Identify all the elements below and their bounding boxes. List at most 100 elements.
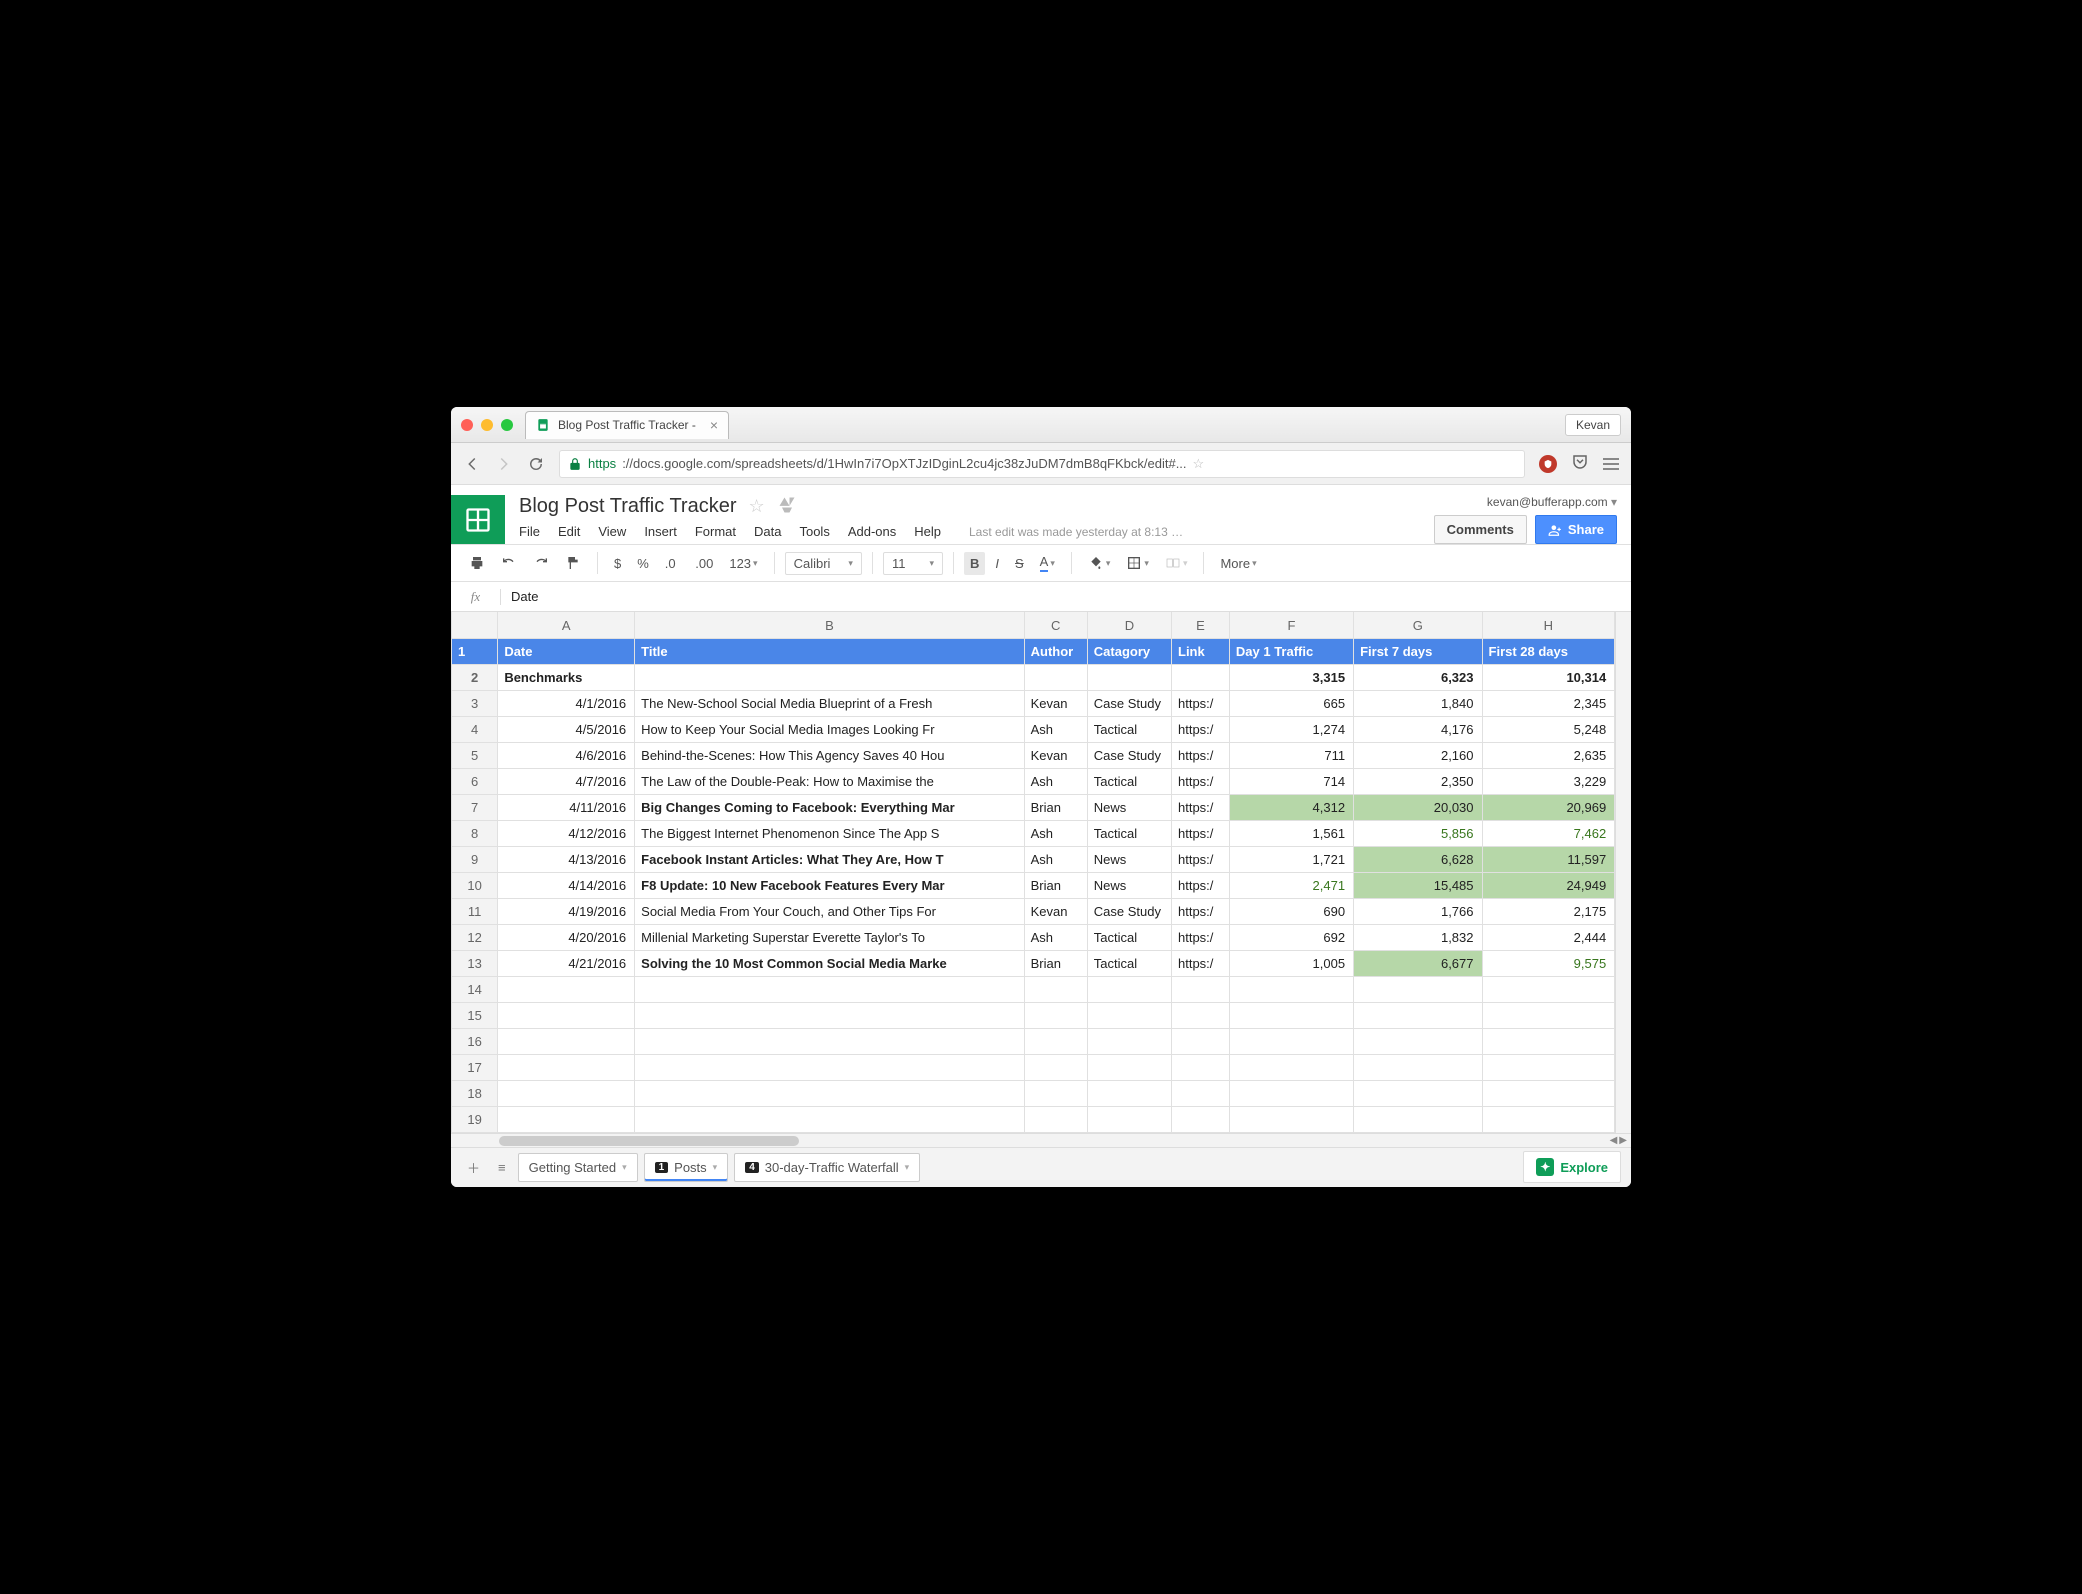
minimize-icon[interactable] bbox=[481, 419, 493, 431]
account-email[interactable]: kevan@bufferapp.com ▾ bbox=[1487, 495, 1617, 509]
cell[interactable] bbox=[1229, 1028, 1353, 1054]
cell[interactable]: 4/7/2016 bbox=[498, 768, 635, 794]
cell[interactable]: Kevan bbox=[1024, 742, 1087, 768]
toolbar-more-button[interactable]: More ▾ bbox=[1214, 552, 1262, 575]
cell[interactable]: Link bbox=[1172, 638, 1230, 664]
last-edit-text[interactable]: Last edit was made yesterday at 8:13 … bbox=[969, 525, 1183, 539]
cell[interactable] bbox=[1482, 1028, 1615, 1054]
cell[interactable]: Social Media From Your Couch, and Other … bbox=[635, 898, 1024, 924]
cell[interactable]: https:/ bbox=[1172, 794, 1230, 820]
cell[interactable]: Author bbox=[1024, 638, 1087, 664]
cell[interactable] bbox=[1024, 1002, 1087, 1028]
cell[interactable]: 4,312 bbox=[1229, 794, 1353, 820]
cell[interactable] bbox=[1172, 1028, 1230, 1054]
cell[interactable]: 692 bbox=[1229, 924, 1353, 950]
col-header-G[interactable]: G bbox=[1354, 612, 1482, 638]
cell[interactable]: 1,832 bbox=[1354, 924, 1482, 950]
cell[interactable] bbox=[498, 1054, 635, 1080]
cell[interactable] bbox=[635, 976, 1024, 1002]
format-percent-button[interactable]: % bbox=[631, 552, 655, 575]
cell[interactable]: Catagory bbox=[1087, 638, 1171, 664]
col-header-C[interactable]: C bbox=[1024, 612, 1087, 638]
star-document-icon[interactable]: ☆ bbox=[749, 496, 765, 517]
cell[interactable]: 4/13/2016 bbox=[498, 846, 635, 872]
row-header[interactable]: 17 bbox=[452, 1054, 498, 1080]
cell[interactable] bbox=[1172, 1002, 1230, 1028]
cell[interactable]: Benchmarks bbox=[498, 664, 635, 690]
cell[interactable]: Behind-the-Scenes: How This Agency Saves… bbox=[635, 742, 1024, 768]
cell[interactable] bbox=[1354, 1002, 1482, 1028]
cell[interactable] bbox=[1087, 1002, 1171, 1028]
redo-icon[interactable] bbox=[527, 551, 555, 575]
share-button[interactable]: Share bbox=[1535, 515, 1617, 544]
cell[interactable]: 10,314 bbox=[1482, 664, 1615, 690]
italic-button[interactable]: I bbox=[989, 552, 1005, 575]
menu-help[interactable]: Help bbox=[914, 524, 941, 539]
cell[interactable]: Date bbox=[498, 638, 635, 664]
row-header[interactable]: 9 bbox=[452, 846, 498, 872]
strikethrough-button[interactable]: S bbox=[1009, 552, 1030, 575]
cell[interactable]: Case Study bbox=[1087, 690, 1171, 716]
menu-tools[interactable]: Tools bbox=[799, 524, 829, 539]
cell[interactable]: 1,274 bbox=[1229, 716, 1353, 742]
cell[interactable] bbox=[1172, 1054, 1230, 1080]
cell[interactable]: 2,345 bbox=[1482, 690, 1615, 716]
cell[interactable] bbox=[1087, 1054, 1171, 1080]
merge-cells-button[interactable]: ▾ bbox=[1159, 551, 1194, 575]
add-sheet-icon[interactable]: ＋ bbox=[461, 1152, 486, 1183]
cell[interactable]: First 7 days bbox=[1354, 638, 1482, 664]
formula-input[interactable]: Date bbox=[501, 589, 538, 604]
cell[interactable]: Kevan bbox=[1024, 898, 1087, 924]
row-header[interactable]: 1 bbox=[452, 638, 498, 664]
cell[interactable] bbox=[1229, 976, 1353, 1002]
cell[interactable]: https:/ bbox=[1172, 820, 1230, 846]
cell[interactable]: https:/ bbox=[1172, 950, 1230, 976]
cell[interactable]: 1,561 bbox=[1229, 820, 1353, 846]
cell[interactable]: 690 bbox=[1229, 898, 1353, 924]
forward-icon[interactable] bbox=[495, 455, 513, 473]
cell[interactable]: 9,575 bbox=[1482, 950, 1615, 976]
cell[interactable]: 7,462 bbox=[1482, 820, 1615, 846]
cell[interactable]: F8 Update: 10 New Facebook Features Ever… bbox=[635, 872, 1024, 898]
cell[interactable]: 4/21/2016 bbox=[498, 950, 635, 976]
cell[interactable]: https:/ bbox=[1172, 924, 1230, 950]
cell[interactable] bbox=[635, 1080, 1024, 1106]
sheet-tab-getting-started[interactable]: Getting Started▾ bbox=[518, 1153, 638, 1182]
cell[interactable]: Tactical bbox=[1087, 716, 1171, 742]
scroll-left-icon[interactable]: ◀ bbox=[1610, 1135, 1618, 1146]
cell[interactable]: News bbox=[1087, 872, 1171, 898]
cell[interactable] bbox=[498, 1106, 635, 1132]
borders-button[interactable]: ▾ bbox=[1120, 551, 1155, 575]
row-header[interactable]: 14 bbox=[452, 976, 498, 1002]
close-icon[interactable] bbox=[461, 419, 473, 431]
cell[interactable]: https:/ bbox=[1172, 872, 1230, 898]
menu-insert[interactable]: Insert bbox=[644, 524, 677, 539]
cell[interactable]: 6,677 bbox=[1354, 950, 1482, 976]
chrome-profile-button[interactable]: Kevan bbox=[1565, 414, 1621, 436]
row-header[interactable]: 13 bbox=[452, 950, 498, 976]
cell[interactable]: 4/14/2016 bbox=[498, 872, 635, 898]
cell[interactable]: 15,485 bbox=[1354, 872, 1482, 898]
sheet-tab-posts[interactable]: 1Posts▾ bbox=[644, 1153, 729, 1182]
comments-button[interactable]: Comments bbox=[1434, 515, 1527, 544]
cell[interactable] bbox=[1482, 976, 1615, 1002]
cell[interactable]: Brian bbox=[1024, 872, 1087, 898]
cell[interactable] bbox=[1354, 1028, 1482, 1054]
cell[interactable] bbox=[1024, 1054, 1087, 1080]
cell[interactable]: 1,721 bbox=[1229, 846, 1353, 872]
row-header[interactable]: 15 bbox=[452, 1002, 498, 1028]
cell[interactable]: 2,160 bbox=[1354, 742, 1482, 768]
cell[interactable]: 2,175 bbox=[1482, 898, 1615, 924]
bold-button[interactable]: B bbox=[964, 552, 985, 575]
col-header-E[interactable]: E bbox=[1172, 612, 1230, 638]
url-input[interactable]: https://docs.google.com/spreadsheets/d/1… bbox=[559, 450, 1525, 478]
paint-format-icon[interactable] bbox=[559, 551, 587, 575]
cell[interactable] bbox=[1172, 1106, 1230, 1132]
cell[interactable] bbox=[1024, 1028, 1087, 1054]
format-currency-button[interactable]: $ bbox=[608, 552, 627, 575]
cell[interactable] bbox=[1087, 1106, 1171, 1132]
fill-color-button[interactable]: ▾ bbox=[1082, 551, 1117, 575]
cell[interactable]: 714 bbox=[1229, 768, 1353, 794]
cell[interactable] bbox=[1482, 1002, 1615, 1028]
cell[interactable]: Title bbox=[635, 638, 1024, 664]
